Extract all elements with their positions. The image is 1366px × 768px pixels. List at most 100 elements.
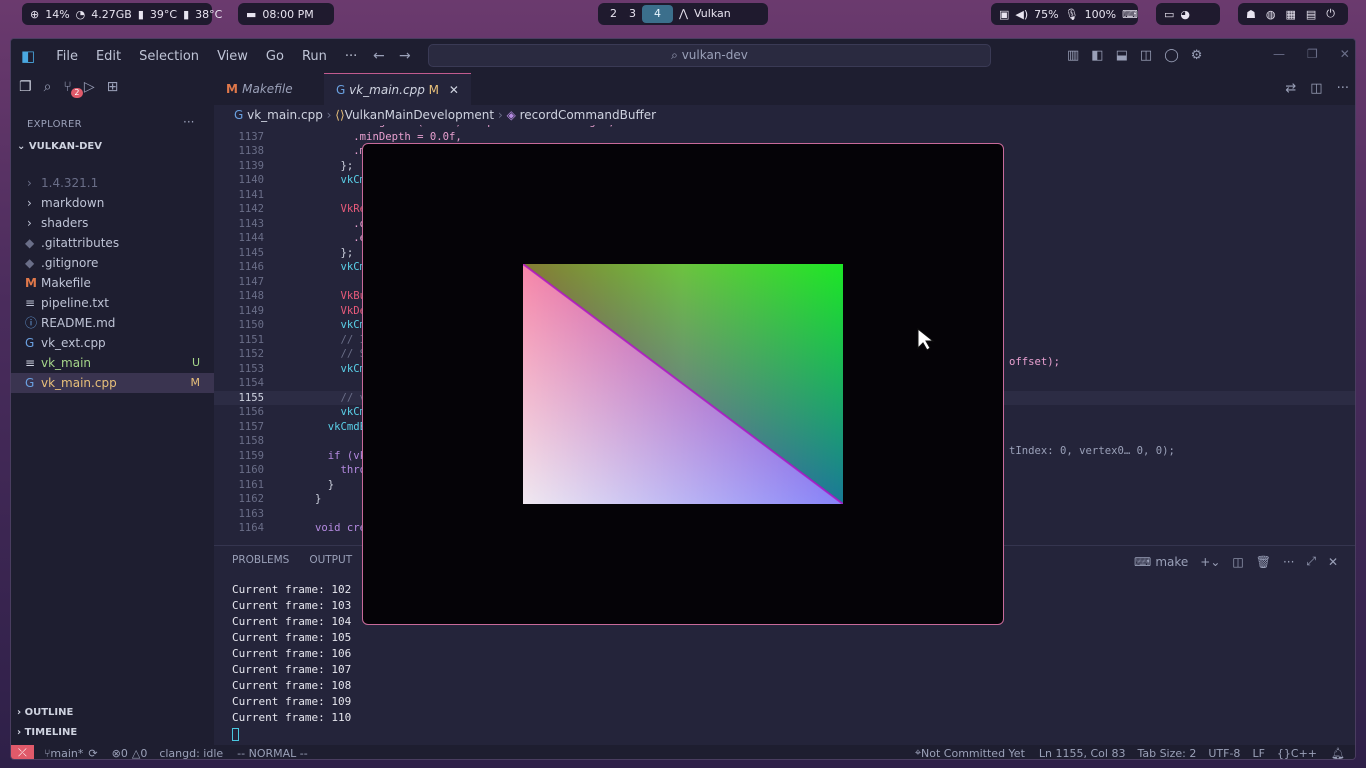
- volume-icon[interactable]: ◀): [1015, 8, 1028, 21]
- git-file-icon: ◆: [25, 256, 35, 270]
- tree-item-vk-main[interactable]: ≡ vk_main U: [11, 353, 214, 373]
- kill-terminal-icon[interactable]: 🗑︎: [1256, 555, 1271, 569]
- split-terminal-icon[interactable]: ◫: [1232, 555, 1243, 569]
- search-view-icon[interactable]: ⌕: [44, 79, 52, 95]
- line-ending[interactable]: LF: [1252, 747, 1264, 760]
- tree-item-readme[interactable]: ⓘ README.md: [11, 313, 214, 333]
- encoding[interactable]: UTF-8: [1208, 747, 1240, 760]
- clipboard-icon[interactable]: ▤: [1306, 8, 1316, 21]
- timeline-section[interactable]: › TIMELINE: [17, 727, 77, 738]
- panel-more-icon[interactable]: ···: [1283, 555, 1294, 569]
- source-control-icon[interactable]: ⑂ 2: [63, 79, 83, 98]
- settings-gear-icon[interactable]: ⚙: [1191, 48, 1203, 63]
- tree-item-shaders[interactable]: › shaders: [11, 213, 214, 233]
- text-file-icon: ≡: [25, 296, 36, 310]
- chevron-right-icon: ›: [27, 216, 32, 230]
- ghost-icon[interactable]: ☗: [1246, 8, 1256, 21]
- toggle-secondary-sidebar-icon[interactable]: ◫: [1140, 48, 1152, 63]
- menu-more[interactable]: ···: [336, 49, 366, 64]
- run-debug-icon[interactable]: ▷: [84, 79, 95, 95]
- tab-makefile[interactable]: M Makefile: [214, 73, 324, 105]
- toggle-sidebar-icon[interactable]: ◧: [1091, 48, 1103, 63]
- menu-run[interactable]: Run: [293, 49, 336, 64]
- forward-arrow-icon[interactable]: →: [399, 48, 411, 64]
- display-icon[interactable]: ▭: [1164, 8, 1174, 21]
- breadcrumb-class[interactable]: VulkanMainDevelopment: [345, 108, 494, 122]
- split-editor-icon[interactable]: ◫: [1310, 81, 1322, 96]
- menu-file[interactable]: File: [47, 49, 87, 64]
- tree-item-sdk[interactable]: › 1.4.321.1: [11, 173, 214, 193]
- tree-item-makefile[interactable]: M Makefile: [11, 273, 214, 293]
- new-terminal-icon[interactable]: +⌄: [1200, 555, 1220, 569]
- command-center[interactable]: ⌕ vulkan-dev: [428, 44, 991, 67]
- line-number: 1145: [238, 246, 264, 259]
- chevron-right-icon: ›: [27, 196, 32, 210]
- tree-item-vk-main-cpp[interactable]: Gvk_main.cpp M: [11, 373, 214, 393]
- extensions-icon[interactable]: ⊞: [107, 79, 119, 95]
- tree-item-gitignore[interactable]: ◆ .gitignore: [11, 253, 214, 273]
- close-tab-icon[interactable]: ✕: [449, 83, 459, 97]
- menu-go[interactable]: Go: [257, 49, 293, 64]
- compare-changes-icon[interactable]: ⇄: [1285, 81, 1296, 96]
- cpp-file-icon: G: [25, 376, 35, 390]
- breadcrumb: G vk_main.cpp › ⟨⟩VulkanMainDevelopment …: [214, 105, 1355, 125]
- line-number: 1142: [238, 203, 264, 215]
- discord-icon[interactable]: ◕: [1180, 8, 1190, 21]
- workspace-2[interactable]: 2: [604, 5, 623, 23]
- terminal-name[interactable]: make: [1155, 555, 1188, 569]
- cursor-position[interactable]: Ln 1155, Col 83: [1039, 747, 1126, 760]
- tree-item-markdown[interactable]: › markdown: [11, 193, 214, 213]
- warning-count[interactable]: 0: [140, 747, 147, 760]
- more-actions-icon[interactable]: ···: [1337, 81, 1349, 96]
- power-icon[interactable]: ⏻: [1326, 7, 1335, 21]
- clangd-status[interactable]: clangd: idle: [159, 747, 223, 760]
- line-number: 1156: [238, 406, 264, 418]
- breadcrumb-file[interactable]: vk_main.cpp: [247, 108, 323, 122]
- outline-section[interactable]: › OUTLINE: [17, 707, 73, 718]
- workspace-4[interactable]: 4: [642, 5, 673, 23]
- menu-selection[interactable]: Selection: [130, 49, 208, 64]
- notifications-icon[interactable]: 🔔︎: [1331, 747, 1345, 760]
- explorer-more-icon[interactable]: ···: [183, 115, 194, 129]
- tree-item-pipeline[interactable]: ≡ pipeline.txt: [11, 293, 214, 313]
- account-icon[interactable]: ◯: [1164, 48, 1179, 63]
- minimize-icon[interactable]: —: [1273, 47, 1285, 61]
- tab-modified-marker: M: [428, 83, 439, 97]
- terminal-line: Current frame: 104: [232, 615, 352, 628]
- tab-size[interactable]: Tab Size: 2: [1137, 747, 1196, 760]
- close-panel-icon[interactable]: ✕: [1328, 555, 1338, 569]
- volume-level: 75%: [1034, 7, 1059, 21]
- palette-icon[interactable]: ◍: [1266, 8, 1276, 21]
- customize-layout-icon[interactable]: ▥: [1067, 48, 1079, 63]
- workspace-3[interactable]: 3: [623, 5, 642, 23]
- line-number: 1162: [238, 493, 264, 505]
- back-arrow-icon[interactable]: ←: [373, 48, 385, 64]
- clock[interactable]: ▬ 08:00 PM: [238, 3, 334, 25]
- editor-actions: ⇄ ◫ ···: [1285, 81, 1349, 96]
- terminal-output[interactable]: Current frame: 102 Current frame: 103 Cu…: [232, 582, 351, 741]
- language-mode[interactable]: C++: [1291, 747, 1317, 760]
- maximize-panel-icon[interactable]: ⤢: [1306, 554, 1316, 569]
- tree-item-gitattributes[interactable]: ◆ .gitattributes: [11, 233, 214, 253]
- git-blame[interactable]: Not Committed Yet: [921, 747, 1025, 760]
- file-tree: › 1.4.321.1 › markdown › shaders ◆ .gitattri…: [11, 173, 214, 393]
- workspace-root[interactable]: ⌄ VULKAN-DEV: [17, 141, 102, 152]
- sync-icon[interactable]: ⟳: [88, 747, 97, 760]
- maximize-icon[interactable]: ❐: [1307, 47, 1318, 61]
- explorer-icon[interactable]: ❐: [19, 79, 32, 95]
- tab-output[interactable]: OUTPUT: [309, 554, 352, 566]
- git-branch[interactable]: main*: [50, 747, 83, 760]
- microphone-icon[interactable]: 🎙︎: [1065, 8, 1079, 21]
- remote-icon[interactable]: ⤫: [11, 745, 34, 759]
- tab-vk-main-cpp[interactable]: G vk_main.cpp M ✕: [324, 73, 471, 105]
- error-count[interactable]: 0: [121, 747, 128, 760]
- menu-edit[interactable]: Edit: [87, 49, 130, 64]
- tree-item-vk-ext[interactable]: Gvk_ext.cpp: [11, 333, 214, 353]
- menu-view[interactable]: View: [208, 49, 257, 64]
- tab-problems[interactable]: PROBLEMS: [232, 554, 289, 566]
- vulkan-window[interactable]: [362, 143, 1004, 625]
- breadcrumb-method[interactable]: recordCommandBuffer: [520, 108, 656, 122]
- toggle-panel-icon[interactable]: ⬓: [1116, 48, 1128, 63]
- close-window-icon[interactable]: ✕: [1340, 47, 1350, 61]
- screenshot-icon[interactable]: ▦: [1285, 8, 1295, 21]
